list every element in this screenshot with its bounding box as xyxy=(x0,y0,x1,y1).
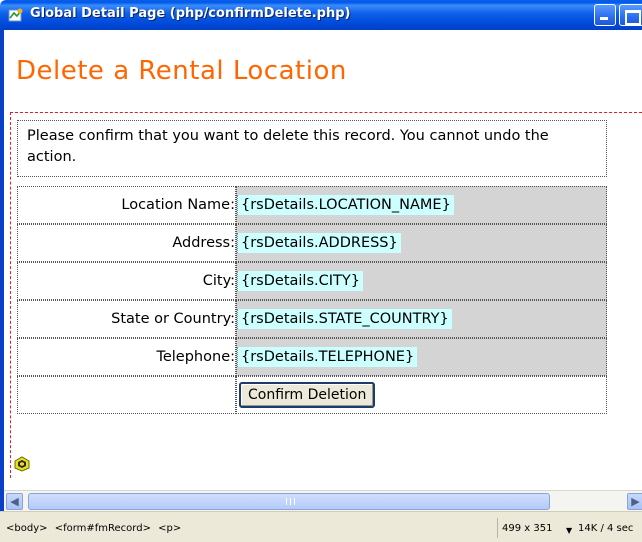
minimize-button[interactable] xyxy=(594,4,616,26)
field-value-cell: {rsDetails.TELEPHONE} xyxy=(236,338,607,376)
field-label: State or Country: xyxy=(17,300,236,338)
status-divider xyxy=(497,518,498,538)
field-value-cell: {rsDetails.LOCATION_NAME} xyxy=(236,186,607,224)
scrollbar-thumb[interactable] xyxy=(28,493,550,510)
field-label: Address: xyxy=(17,224,236,262)
scrollbar-grip-icon xyxy=(286,498,295,505)
confirm-deletion-button[interactable]: Confirm Deletion xyxy=(239,382,376,408)
field-value-cell: {rsDetails.STATE_COUNTRY} xyxy=(236,300,607,338)
table-row: Confirm Deletion xyxy=(17,376,607,414)
dreamweaver-page-icon xyxy=(8,8,23,22)
window-titlebar[interactable]: Global Detail Page (php/confirmDelete.ph… xyxy=(0,0,642,30)
page-heading: Delete a Rental Location xyxy=(16,56,347,86)
table-row: Telephone: {rsDetails.TELEPHONE} xyxy=(17,338,607,376)
dynamic-text-location-name[interactable]: {rsDetails.LOCATION_NAME} xyxy=(237,195,454,215)
tag-p[interactable]: <p> xyxy=(158,523,181,534)
tag-body[interactable]: <body> xyxy=(6,523,48,534)
dynamic-text-city[interactable]: {rsDetails.CITY} xyxy=(237,271,363,291)
field-label: City: xyxy=(17,262,236,300)
scroll-left-arrow-icon[interactable]: ◀ xyxy=(6,493,23,510)
table-row: City: {rsDetails.CITY} xyxy=(17,262,607,300)
scroll-right-arrow-icon[interactable]: ▶ xyxy=(627,493,642,510)
form-boundary-left xyxy=(10,112,11,478)
record-details-table: Location Name: {rsDetails.LOCATION_NAME}… xyxy=(17,186,607,414)
tag-form[interactable]: <form#fmRecord> xyxy=(55,523,151,534)
download-size-time: 14K / 4 sec xyxy=(578,523,634,534)
table-row: Location Name: {rsDetails.LOCATION_NAME} xyxy=(17,186,607,224)
field-label: Location Name: xyxy=(17,186,236,224)
field-value-cell: {rsDetails.CITY} xyxy=(236,262,607,300)
dynamic-text-address[interactable]: {rsDetails.ADDRESS} xyxy=(237,233,401,253)
horizontal-scrollbar[interactable]: ◀ ▶ xyxy=(4,490,642,511)
dynamic-text-telephone[interactable]: {rsDetails.TELEPHONE} xyxy=(237,347,418,367)
table-row: Address: {rsDetails.ADDRESS} xyxy=(17,224,607,262)
status-bar: <body> <form#fmRecord> <p> 499 x 351 ▼ 1… xyxy=(0,511,642,542)
window-title: Global Detail Page (php/confirmDelete.ph… xyxy=(30,6,351,21)
form-boundary-top xyxy=(10,112,642,113)
php-code-marker-icon[interactable] xyxy=(13,456,31,472)
window-size-popup[interactable]: 499 x 351 xyxy=(502,523,552,534)
confirm-message: Please confirm that you want to delete t… xyxy=(17,120,607,177)
maximize-button[interactable] xyxy=(619,4,642,26)
dynamic-text-state-country[interactable]: {rsDetails.STATE_COUNTRY} xyxy=(237,309,452,329)
button-cell: Confirm Deletion xyxy=(236,376,607,414)
table-row: State or Country: {rsDetails.STATE_COUNT… xyxy=(17,300,607,338)
window-size-dropdown-icon[interactable]: ▼ xyxy=(566,526,572,535)
empty-label-cell xyxy=(17,376,236,414)
tag-selector: <body> <form#fmRecord> <p> xyxy=(6,523,185,534)
field-label: Telephone: xyxy=(17,338,236,376)
field-value-cell: {rsDetails.ADDRESS} xyxy=(236,224,607,262)
